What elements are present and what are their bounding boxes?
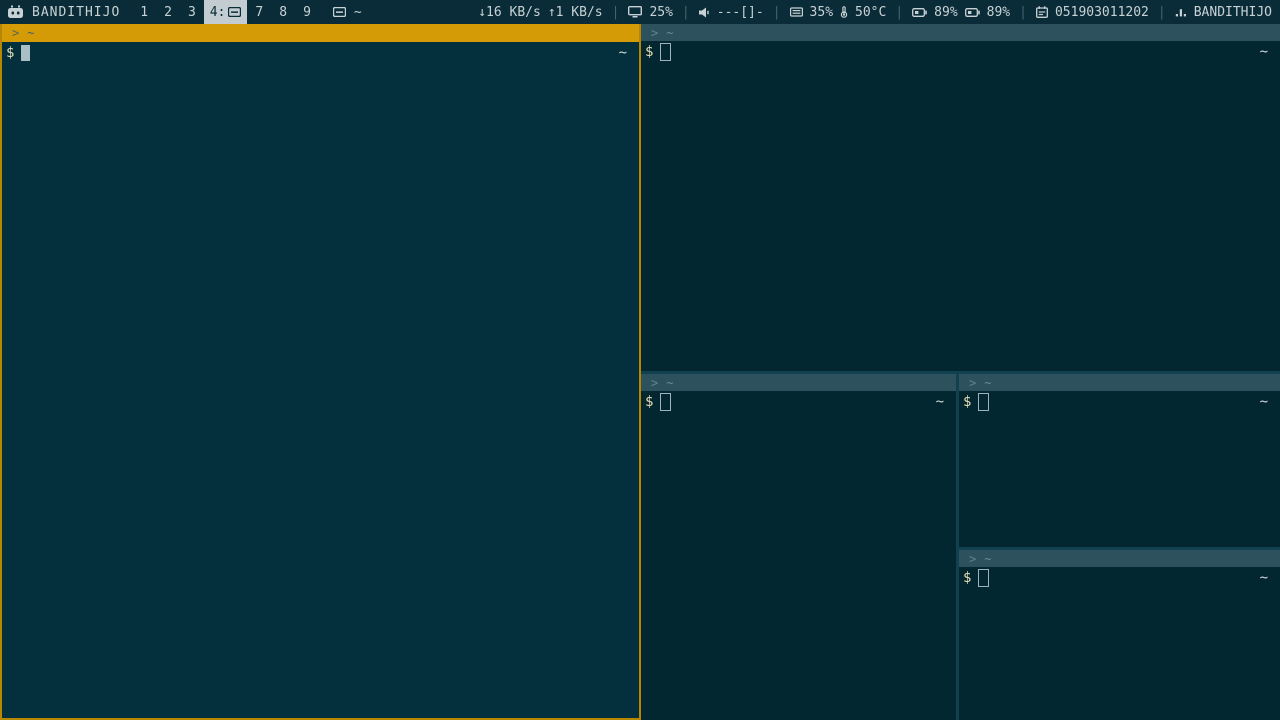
memory-value: 35%	[810, 5, 833, 20]
right-prompt-tilde: ~	[1260, 394, 1268, 410]
right-prompt-tilde: ~	[1260, 44, 1268, 60]
terminal-content[interactable]: $ ~	[641, 41, 1280, 371]
terminal-window-bottom-right-lower[interactable]: > ~ $ ~	[959, 550, 1280, 720]
shell-prompt-line: $ ~	[2, 42, 639, 62]
monitor-icon	[628, 6, 642, 18]
memory-usage: 35% 50°C	[790, 5, 887, 20]
ram-icon	[790, 7, 803, 17]
robot-icon	[7, 5, 24, 19]
window-titlebar[interactable]: > ~	[959, 550, 1280, 567]
shell-prompt-line: $ ~	[641, 391, 956, 411]
terminal-window-focused[interactable]: > ~ $ ~	[0, 24, 641, 720]
terminal-window-bottom-middle[interactable]: > ~ $ ~	[641, 374, 956, 720]
hostname-label: BANDITHIJO	[32, 5, 120, 20]
terminal-cursor	[978, 569, 989, 587]
window-titlebar[interactable]: > ~	[641, 374, 956, 391]
workspace-button-1[interactable]: 1	[132, 0, 156, 24]
terminal-content[interactable]: $ ~	[959, 567, 1280, 720]
workspace-button-3[interactable]: 3	[180, 0, 204, 24]
terminal-cursor	[978, 393, 989, 411]
battery-icon	[912, 8, 927, 17]
user-label: BANDITHIJO	[1194, 5, 1272, 20]
focused-window-title: ~	[354, 5, 362, 20]
speaker-icon	[699, 7, 710, 18]
workspace-button-7[interactable]: 7	[247, 0, 271, 24]
battery-1-value: 89%	[934, 5, 957, 20]
window-title: ~	[666, 26, 673, 40]
separator: |	[1158, 5, 1166, 20]
volume-value: ---[]-	[717, 5, 764, 20]
terminal-icon	[228, 7, 241, 17]
window-titlebar[interactable]: > ~	[2, 24, 639, 42]
window-titlebar[interactable]: > ~	[641, 24, 1280, 41]
separator: |	[895, 5, 903, 20]
battery-status: 89% 89%	[912, 5, 1010, 20]
window-title: ~	[27, 26, 34, 40]
terminal-cursor	[660, 393, 671, 411]
focused-window-indicator: ~	[333, 5, 362, 20]
prompt-chevron: >	[12, 26, 19, 40]
shell-prompt: $	[645, 44, 653, 60]
terminal-window-top-right[interactable]: > ~ $ ~	[641, 24, 1280, 371]
terminal-content[interactable]: $ ~	[959, 391, 1280, 547]
terminal-content[interactable]: $ ~	[2, 42, 639, 718]
bar-chart-icon	[1175, 7, 1187, 17]
prompt-chevron: >	[651, 26, 658, 40]
terminal-window-bottom-right-upper[interactable]: > ~ $ ~	[959, 374, 1280, 547]
shell-prompt-line: $ ~	[959, 391, 1280, 411]
thermometer-icon	[840, 6, 848, 18]
net-speed: ↓16 KB/s ↑1 KB/s	[478, 5, 602, 20]
shell-prompt: $	[963, 394, 971, 410]
status-bar: BANDITHIJO 1 2 3 4: 7 8 9 ~	[0, 0, 1280, 24]
right-prompt-tilde: ~	[619, 45, 627, 61]
volume-status: ---[]-	[699, 5, 764, 20]
right-prompt-tilde: ~	[1260, 570, 1268, 586]
separator: |	[773, 5, 781, 20]
battery-2-value: 89%	[987, 5, 1010, 20]
brightness-value: 25%	[649, 5, 672, 20]
shell-prompt: $	[6, 45, 14, 61]
display-brightness: 25%	[628, 5, 672, 20]
prompt-chevron: >	[969, 552, 976, 566]
separator: |	[612, 5, 620, 20]
shell-prompt: $	[963, 570, 971, 586]
workspace-4-label: 4:	[210, 5, 226, 20]
user-status: BANDITHIJO	[1175, 5, 1272, 20]
calendar-icon	[1036, 6, 1048, 18]
separator: |	[682, 5, 690, 20]
terminal-cursor	[660, 43, 671, 61]
workspace-button-4-active[interactable]: 4:	[204, 0, 248, 24]
shell-prompt-line: $ ~	[641, 41, 1280, 61]
bar-left-section: BANDITHIJO 1 2 3 4: 7 8 9 ~	[0, 0, 362, 24]
right-prompt-tilde: ~	[936, 394, 944, 410]
terminal-cursor	[21, 45, 30, 61]
terminal-content[interactable]: $ ~	[641, 391, 956, 720]
window-title: ~	[984, 376, 991, 390]
datetime-value: 051903011202	[1055, 5, 1149, 20]
terminal-icon	[333, 7, 346, 17]
bar-status-section: ↓16 KB/s ↑1 KB/s | 25% | ---[]- |	[478, 0, 1280, 24]
window-title: ~	[984, 552, 991, 566]
shell-prompt-line: $ ~	[959, 567, 1280, 587]
datetime-status: 051903011202	[1036, 5, 1149, 20]
net-up-label: ↑1 KB/s	[548, 5, 603, 20]
battery-icon	[965, 8, 980, 17]
temperature-value: 50°C	[855, 5, 886, 20]
workspace-button-8[interactable]: 8	[271, 0, 295, 24]
shell-prompt: $	[645, 394, 653, 410]
window-titlebar[interactable]: > ~	[959, 374, 1280, 391]
separator: |	[1019, 5, 1027, 20]
desktop-workspace: > ~ $ ~ > ~ $ ~ > ~	[0, 24, 1280, 720]
workspace-button-2[interactable]: 2	[156, 0, 180, 24]
prompt-chevron: >	[651, 376, 658, 390]
window-title: ~	[666, 376, 673, 390]
prompt-chevron: >	[969, 376, 976, 390]
net-down-label: ↓16 KB/s	[478, 5, 541, 20]
workspace-button-9[interactable]: 9	[295, 0, 319, 24]
